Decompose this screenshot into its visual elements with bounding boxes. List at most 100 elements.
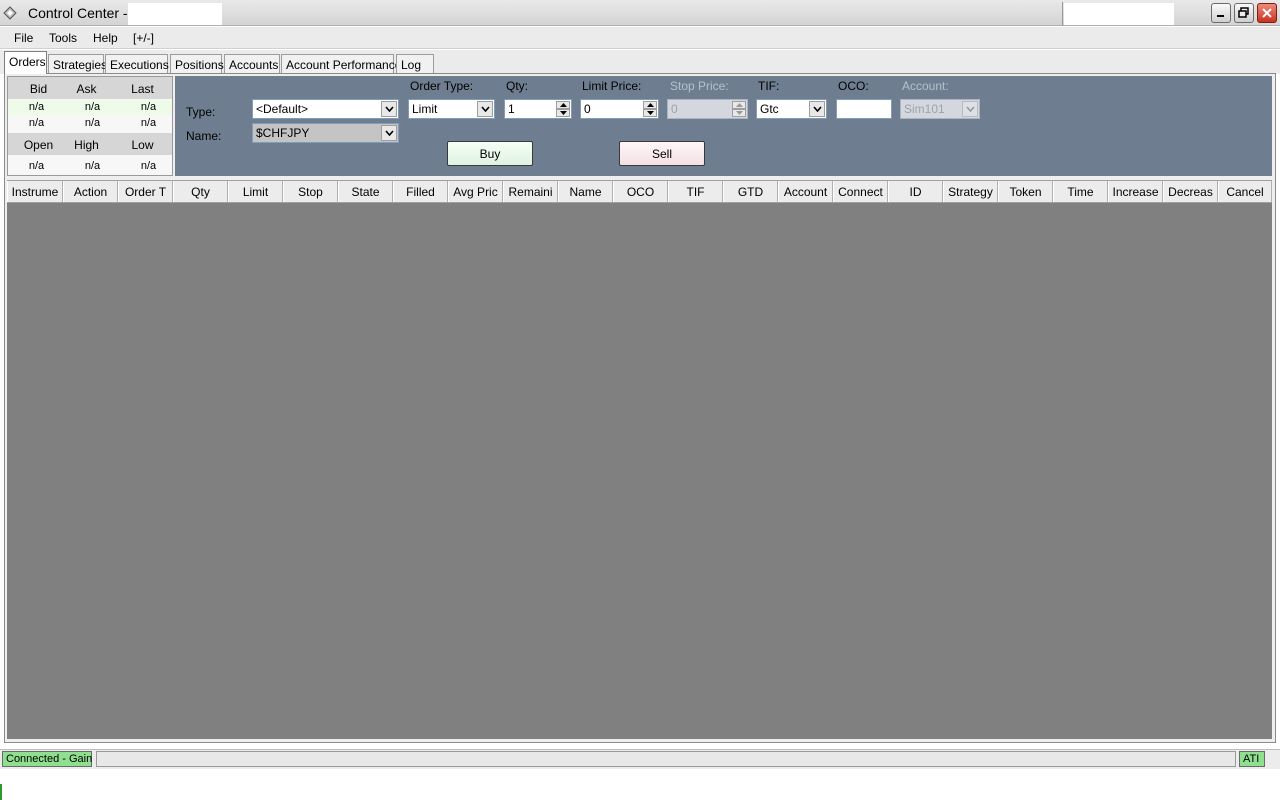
last-value: n/a xyxy=(140,101,157,113)
name-label: Name: xyxy=(186,129,222,143)
high-value: n/a xyxy=(84,160,101,172)
open-header: Open xyxy=(23,138,54,152)
status-message-area xyxy=(96,751,1236,767)
column-header-connection[interactable]: Connect xyxy=(833,181,888,202)
qty-value: 1 xyxy=(508,102,515,116)
restore-icon xyxy=(1238,7,1249,18)
bottom-edge-mark xyxy=(0,784,2,800)
instrument-name-dropdown[interactable]: $CHFJPY xyxy=(252,123,399,143)
column-header-token[interactable]: Token xyxy=(998,181,1053,202)
tab-strategies[interactable]: Strategies xyxy=(48,54,107,74)
bid-size: n/a xyxy=(28,117,45,129)
menu-toggle[interactable]: [+/-] xyxy=(133,31,154,45)
account-label: Account: xyxy=(902,79,949,93)
account-dropdown: Sim101 xyxy=(900,99,980,119)
menu-bar xyxy=(0,27,1280,49)
column-header-time[interactable]: Time xyxy=(1053,181,1108,202)
spin-up-icon[interactable] xyxy=(556,101,570,109)
column-header-order-type[interactable]: Order T xyxy=(118,181,173,202)
column-header-limit[interactable]: Limit xyxy=(228,181,283,202)
column-header-id[interactable]: ID xyxy=(888,181,943,202)
column-header-stop[interactable]: Stop xyxy=(283,181,338,202)
menu-tools[interactable]: Tools xyxy=(49,31,77,45)
close-button[interactable] xyxy=(1257,3,1277,23)
tab-log[interactable]: Log xyxy=(396,54,434,74)
type-value: <Default> xyxy=(256,102,309,116)
tab-accounts[interactable]: Accounts xyxy=(224,54,280,74)
limit-price-label: Limit Price: xyxy=(582,79,642,93)
column-header-instrument[interactable]: Instrume xyxy=(7,181,63,202)
close-icon xyxy=(1262,8,1272,18)
column-header-avg-price[interactable]: Avg Pric xyxy=(448,181,503,202)
limit-price-stepper[interactable]: 0 xyxy=(580,99,659,119)
high-header: High xyxy=(74,138,99,152)
low-value: n/a xyxy=(140,160,157,172)
menu-file[interactable]: File xyxy=(14,31,33,45)
spin-up-icon xyxy=(732,101,746,109)
spin-down-icon[interactable] xyxy=(643,109,657,117)
sell-button[interactable]: Sell xyxy=(619,141,705,166)
qty-stepper[interactable]: 1 xyxy=(504,99,572,119)
bid-header: Bid xyxy=(29,82,48,96)
column-header-cancel[interactable]: Cancel xyxy=(1218,181,1272,202)
tab-positions[interactable]: Positions xyxy=(170,54,224,74)
order-type-value: Limit xyxy=(412,102,438,116)
column-header-decrease[interactable]: Decreas xyxy=(1163,181,1218,202)
title-divider xyxy=(1062,2,1063,26)
stop-price-label: Stop Price: xyxy=(670,79,729,93)
tif-label: TIF: xyxy=(758,79,780,93)
type-label: Type: xyxy=(186,105,216,119)
minimize-button[interactable] xyxy=(1211,3,1231,23)
connection-status: Connected - Gain xyxy=(2,751,92,767)
tif-dropdown[interactable]: Gtc xyxy=(756,99,827,119)
minimize-icon xyxy=(1217,15,1224,17)
orders-grid-body[interactable] xyxy=(7,203,1272,739)
oco-label: OCO: xyxy=(838,79,869,93)
account-value: Sim101 xyxy=(904,102,945,116)
menu-help[interactable]: Help xyxy=(93,31,118,45)
open-value: n/a xyxy=(28,160,45,172)
stop-price-stepper: 0 xyxy=(667,99,748,119)
order-type-dropdown[interactable]: Limit xyxy=(408,99,495,119)
oco-input[interactable] xyxy=(836,99,892,119)
title-redaction-right xyxy=(1064,3,1174,25)
spin-down-icon[interactable] xyxy=(556,109,570,117)
column-header-account[interactable]: Account xyxy=(778,181,833,202)
column-header-increase[interactable]: Increase xyxy=(1108,181,1163,202)
bid-value: n/a xyxy=(28,101,45,113)
limit-price-value: 0 xyxy=(584,102,591,116)
column-header-qty[interactable]: Qty xyxy=(173,181,228,202)
column-header-oco[interactable]: OCO xyxy=(613,181,668,202)
column-header-filled[interactable]: Filled xyxy=(393,181,448,202)
orders-grid-header: Instrume Action Order T Qty Limit Stop S… xyxy=(7,180,1272,203)
column-header-tif[interactable]: TIF xyxy=(668,181,723,202)
tab-orders[interactable]: Orders xyxy=(4,51,47,74)
buy-button[interactable]: Buy xyxy=(447,141,533,166)
tab-account-performance[interactable]: Account Performance xyxy=(281,54,401,74)
bottom-area xyxy=(0,769,1280,800)
low-header: Low xyxy=(131,138,154,152)
column-header-name[interactable]: Name xyxy=(558,181,613,202)
tab-executions[interactable]: Executions xyxy=(105,54,169,74)
app-icon xyxy=(3,6,17,20)
window-title: Control Center - xyxy=(28,5,128,21)
column-header-gtd[interactable]: GTD xyxy=(723,181,778,202)
tif-value: Gtc xyxy=(760,102,779,116)
chevron-down-icon[interactable] xyxy=(809,101,825,117)
chevron-down-icon[interactable] xyxy=(381,125,397,141)
last-header: Last xyxy=(131,82,154,96)
type-dropdown[interactable]: <Default> xyxy=(252,99,399,119)
column-header-state[interactable]: State xyxy=(338,181,393,202)
ati-status: ATI xyxy=(1239,751,1265,767)
column-header-action[interactable]: Action xyxy=(63,181,118,202)
restore-button[interactable] xyxy=(1234,3,1254,23)
spin-up-icon[interactable] xyxy=(643,101,657,109)
chevron-down-icon[interactable] xyxy=(381,101,397,117)
market-data-panel: Bid Ask Last n/a n/a n/a n/a n/a n/a Ope… xyxy=(7,76,173,176)
column-header-remaining[interactable]: Remaini xyxy=(503,181,558,202)
ask-header: Ask xyxy=(76,82,97,96)
ask-size: n/a xyxy=(84,117,101,129)
ask-value: n/a xyxy=(84,101,101,113)
chevron-down-icon[interactable] xyxy=(477,101,493,117)
column-header-strategy[interactable]: Strategy xyxy=(943,181,998,202)
